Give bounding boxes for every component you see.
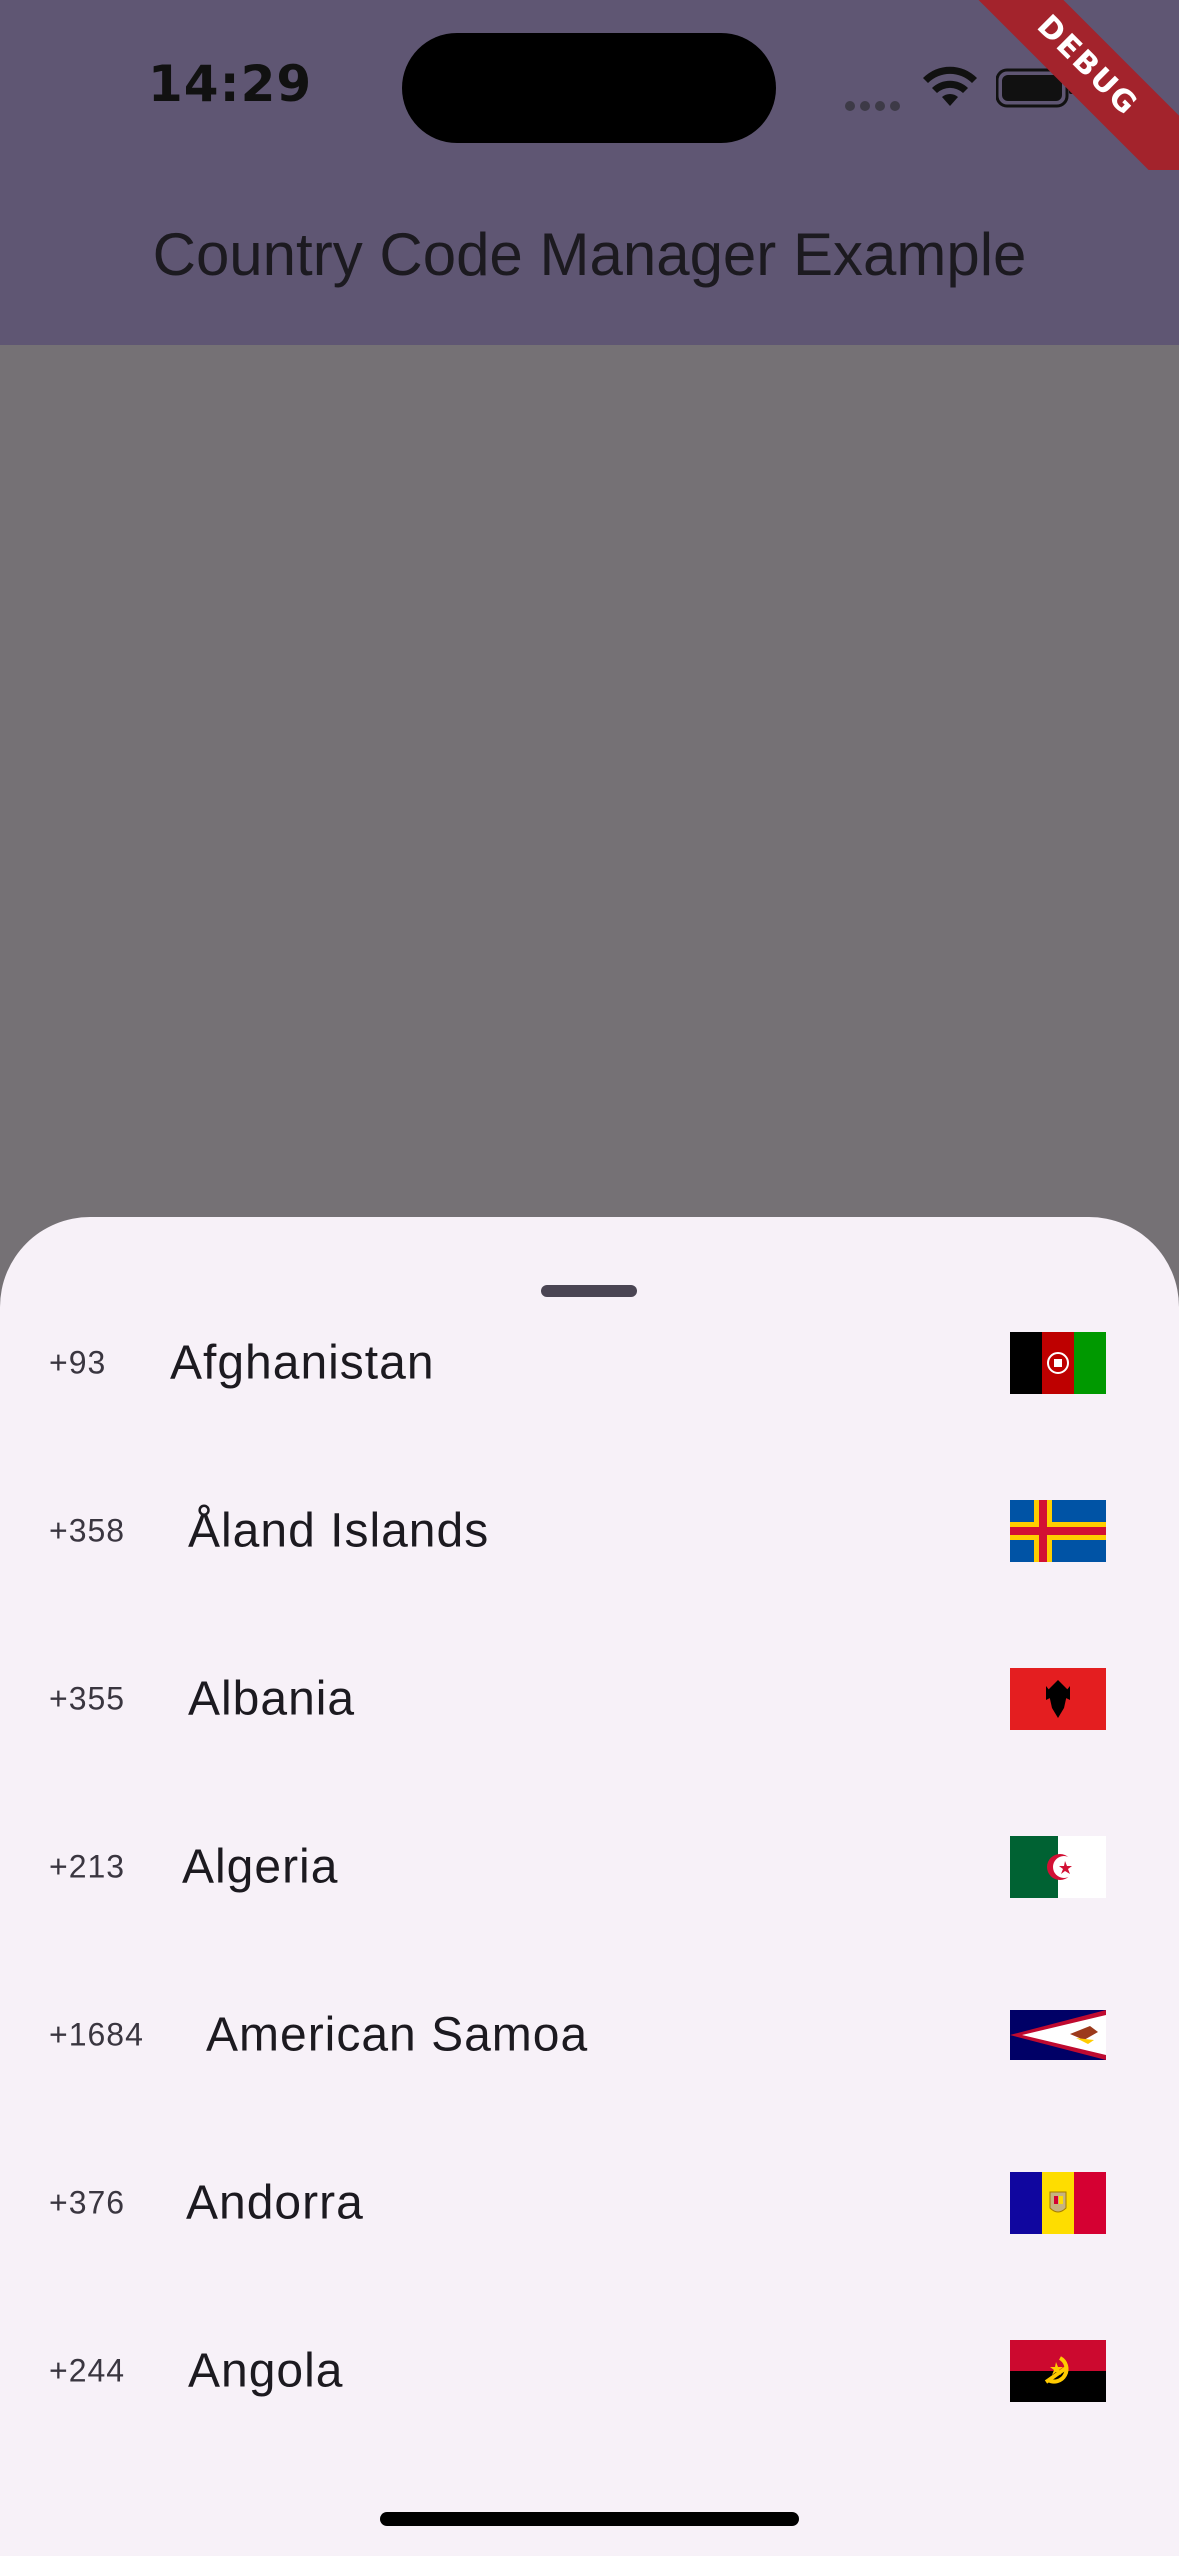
dial-code: +244: [49, 2352, 126, 2389]
country-name: Åland Islands: [188, 1504, 490, 1558]
status-bar: 14:29: [0, 0, 1179, 170]
home-indicator[interactable]: [380, 2512, 799, 2526]
angola-flag-icon: [1010, 2340, 1106, 2402]
dynamic-island: [402, 33, 776, 143]
dial-code: +376: [49, 2184, 126, 2221]
andorra-flag-icon: [1010, 2172, 1106, 2234]
dial-code: +93: [49, 1344, 107, 1381]
american-samoa-flag-icon: [1010, 2010, 1106, 2060]
albania-flag-icon: [1010, 1668, 1106, 1730]
country-picker-sheet: +93 Afghanistan +358 Åland Islands +355 …: [0, 1217, 1179, 2556]
dial-code: +1684: [49, 2016, 144, 2053]
country-row-afghanistan[interactable]: +93 Afghanistan: [0, 1279, 1179, 1447]
dial-code: +358: [49, 1512, 126, 1549]
modal-scrim[interactable]: [0, 345, 1179, 1215]
country-name: Afghanistan: [170, 1336, 435, 1390]
dial-code: +213: [49, 1848, 126, 1885]
country-name: Algeria: [182, 1840, 339, 1894]
algeria-flag-icon: [1010, 1836, 1106, 1898]
app-bar: Country Code Manager Example: [0, 170, 1179, 345]
aland-islands-flag-icon: [1010, 1500, 1106, 1562]
country-row-algeria[interactable]: +213 Algeria: [0, 1783, 1179, 1951]
country-row-andorra[interactable]: +376 Andorra: [0, 2119, 1179, 2287]
signal-dots-icon: [845, 96, 905, 111]
country-name: American Samoa: [206, 2008, 589, 2062]
country-row-aland-islands[interactable]: +358 Åland Islands: [0, 1447, 1179, 1615]
country-name: Albania: [188, 1672, 356, 1726]
app-bar-title: Country Code Manager Example: [152, 221, 1027, 288]
status-time: 14:29: [148, 55, 313, 113]
dial-code: +355: [49, 1680, 126, 1717]
wifi-icon: [923, 66, 977, 106]
afghanistan-flag-icon: [1010, 1332, 1106, 1394]
country-name: Andorra: [186, 2176, 364, 2230]
country-row-american-samoa[interactable]: +1684 American Samoa: [0, 1951, 1179, 2119]
country-row-angola[interactable]: +244 Angola: [0, 2287, 1179, 2455]
country-row-albania[interactable]: +355 Albania: [0, 1615, 1179, 1783]
country-name: Angola: [188, 2344, 344, 2398]
